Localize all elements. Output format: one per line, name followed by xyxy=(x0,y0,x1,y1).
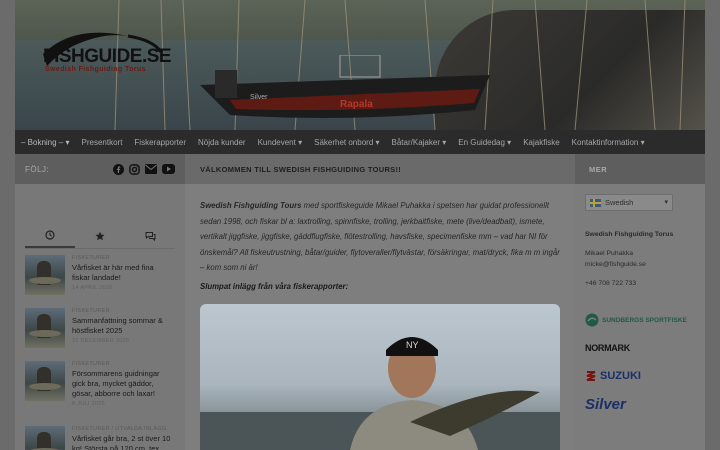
nav-item-en-guidedag[interactable]: En Guidedag ▾ xyxy=(452,138,517,147)
suzuki-logo-icon xyxy=(586,371,596,381)
post-title[interactable]: Vårfisket går bra, 2 st över 10 kg! Stör… xyxy=(72,434,172,450)
nav-item-presentkort[interactable]: Presentkort xyxy=(76,138,129,147)
chevron-down-icon: ▾ xyxy=(664,199,668,206)
nav-item-kontaktinformation[interactable]: Kontaktinformation ▾ xyxy=(566,138,651,147)
intro-company-name: Swedish Fishguiding Tours xyxy=(200,201,302,210)
tab-popular[interactable] xyxy=(75,224,125,248)
page-gutter-right xyxy=(705,0,720,450)
star-icon xyxy=(95,231,105,241)
contact-info: Swedish Fishguiding Torus Mikael Puhakka… xyxy=(585,229,705,289)
post-thumbnail[interactable] xyxy=(25,308,65,348)
post-title[interactable]: Vårfisket är här med fina fiskar landade… xyxy=(72,263,172,283)
boat-brand-text: Rapala xyxy=(340,99,373,110)
follow-label: FÖLJ: xyxy=(25,164,50,174)
youtube-icon[interactable] xyxy=(162,164,175,174)
nav-item-sakerhet[interactable]: Säkerhet onbord ▾ xyxy=(308,138,385,147)
swedish-flag-icon xyxy=(590,198,601,207)
sponsor-logos: SUNDBERGS SPORTFISKE NORMARK SUZUKI Silv… xyxy=(585,311,705,413)
sundbergs-logo-icon xyxy=(585,313,599,327)
tab-recent[interactable] xyxy=(25,224,75,248)
boat-model-text: Silver xyxy=(250,94,268,101)
post-category[interactable]: FISKETURER xyxy=(72,361,172,367)
post-category[interactable]: FISKETURER / UTVALDA INLÄGG xyxy=(72,426,172,432)
sponsor-suzuki[interactable]: SUZUKI xyxy=(585,367,705,385)
post-date: 31 DECEMBER 2025 xyxy=(72,338,130,344)
more-heading-bar: MER xyxy=(575,154,705,184)
list-item[interactable]: FISKETURER Försommarens guidningar gick … xyxy=(25,361,175,419)
language-select[interactable]: Swedish ▾ xyxy=(585,194,673,211)
post-category[interactable]: FISKETURER xyxy=(72,255,172,261)
post-thumbnail[interactable] xyxy=(25,361,65,401)
post-thumbnail[interactable] xyxy=(25,255,65,295)
angler-photo-graphic: NY xyxy=(200,337,560,450)
logo-title[interactable]: FISHGUIDE.SE xyxy=(43,46,172,68)
post-thumbnail[interactable] xyxy=(25,426,65,450)
page-gutter-left xyxy=(0,0,15,450)
post-date: 14 APRIL 2026 xyxy=(72,285,113,291)
right-sidebar: MER Swedish ▾ Swedish Fishguiding Torus … xyxy=(575,154,705,450)
post-title[interactable]: Försommarens guidningar gick bra, mycket… xyxy=(72,369,172,399)
page-title: VÄLKOMMEN TILL SWEDISH FISHGUIDING TOURS… xyxy=(200,164,402,174)
svg-text:NY: NY xyxy=(406,340,419,350)
contact-person: Mikael Puhakka xyxy=(585,250,633,257)
sponsor-sundbergs[interactable]: SUNDBERGS SPORTFISKE xyxy=(585,311,705,329)
clock-icon xyxy=(45,230,55,240)
sponsor-silver[interactable]: Silver xyxy=(585,395,705,413)
contact-company: Swedish Fishguiding Torus xyxy=(585,231,674,238)
facebook-icon[interactable] xyxy=(113,163,124,175)
intro-paragraph: Swedish Fishguiding Tours med sportfiske… xyxy=(185,184,575,276)
tab-comments[interactable] xyxy=(125,224,175,248)
main-content: VÄLKOMMEN TILL SWEDISH FISHGUIDING TOURS… xyxy=(185,154,575,450)
nav-item-fiskerapporter[interactable]: Fiskerapporter xyxy=(128,138,192,147)
boat-graphic: Rapala Silver xyxy=(200,55,490,119)
comments-icon xyxy=(145,232,155,241)
list-item[interactable]: FISKETURER Sammanfattning sommar & höstf… xyxy=(25,308,175,354)
page: Rapala Silver FISHGUIDE.SE Swedish Fishg… xyxy=(15,0,705,450)
list-item[interactable]: FISKETURER Vårfisket är här med fina fis… xyxy=(25,255,175,301)
contact-email[interactable]: micke@fishguide.se xyxy=(585,259,705,270)
nav-item-kajakfiske[interactable]: Kajakfiske xyxy=(517,138,565,147)
random-post-image[interactable]: NY xyxy=(200,304,560,450)
instagram-icon[interactable] xyxy=(129,163,140,175)
main-heading-bar: VÄLKOMMEN TILL SWEDISH FISHGUIDING TOURS… xyxy=(185,154,575,184)
intro-text: med sportfiskeguide Mikael Puhakka i spe… xyxy=(200,201,560,272)
nav-item-kundevent[interactable]: Kundevent ▾ xyxy=(252,138,309,147)
random-post-label: Slumpat inlägg från våra fiskerapporter: xyxy=(200,281,349,291)
logo-subtitle: Swedish Fishguiding Torus xyxy=(45,66,146,73)
post-date: 8 JULI 2025 xyxy=(72,401,105,407)
contact-phone[interactable]: +46 708 722 733 xyxy=(585,278,705,289)
email-icon[interactable] xyxy=(145,164,157,174)
nav-item-batar-kajaker[interactable]: Båtar/Kajaker ▾ xyxy=(386,138,453,147)
post-title[interactable]: Sammanfattning sommar & höstfisket 2025 xyxy=(72,316,172,336)
main-navigation: – Bokning – ▾ Presentkort Fiskerapporter… xyxy=(15,130,705,154)
list-item[interactable]: FISKETURER / UTVALDA INLÄGG Vårfisket gå… xyxy=(25,426,175,450)
header-banner: Rapala Silver FISHGUIDE.SE Swedish Fishg… xyxy=(15,0,705,130)
sponsor-normark[interactable]: NORMARK xyxy=(585,339,705,357)
nav-item-bokning[interactable]: – Bokning – ▾ xyxy=(15,138,76,147)
post-category[interactable]: FISKETURER xyxy=(72,308,172,314)
more-heading: MER xyxy=(589,164,608,174)
social-links xyxy=(113,163,175,175)
follow-bar: FÖLJ: xyxy=(15,154,185,184)
recent-posts-list: FISKETURER Vårfisket är här med fina fis… xyxy=(15,249,185,450)
nav-item-nojda-kunder[interactable]: Nöjda kunder xyxy=(192,138,252,147)
post-tabs xyxy=(25,224,175,249)
language-label: Swedish xyxy=(605,198,634,207)
left-sidebar: FÖLJ: FISKETURER Vårfisket är här med fi… xyxy=(15,154,185,450)
